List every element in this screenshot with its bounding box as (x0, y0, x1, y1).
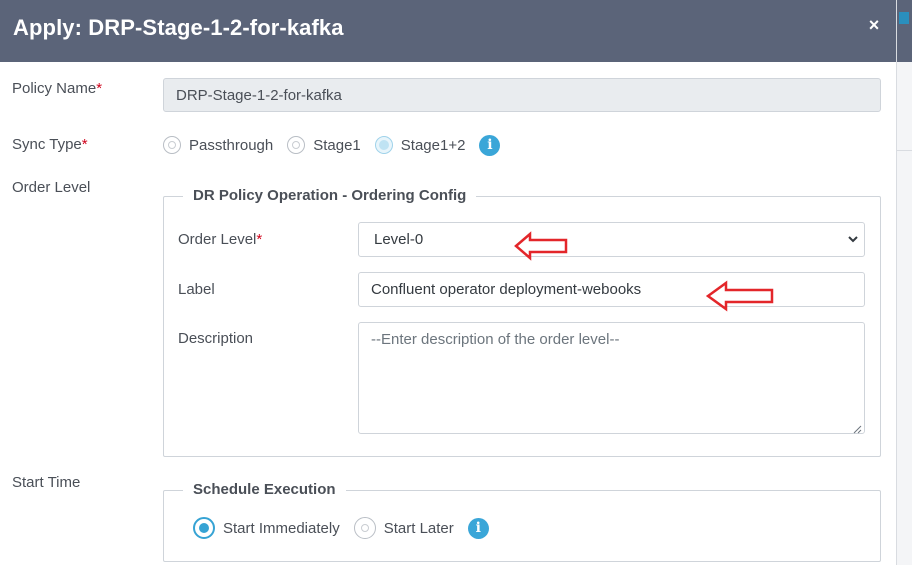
radio-passthrough-label[interactable]: Passthrough (189, 137, 273, 154)
radio-stage1-2[interactable] (374, 136, 393, 154)
label-field-label: Label (178, 281, 215, 298)
background-page-strip (896, 0, 912, 565)
start-time-radio-group: Start Immediately Start Later i (193, 516, 489, 540)
background-badge-icon (899, 12, 909, 24)
modal-header: Apply: DRP-Stage-1-2-for-kafka × (0, 0, 896, 62)
radio-stage1-label[interactable]: Stage1 (313, 137, 361, 154)
sync-type-label: Sync Type* (12, 136, 88, 153)
description-label: Description (178, 330, 254, 347)
order-level-select[interactable]: Level-0 (358, 222, 865, 257)
info-icon[interactable]: i (479, 134, 501, 156)
radio-start-immediately[interactable] (193, 517, 215, 539)
description-textarea[interactable] (358, 322, 865, 434)
annotation-arrow-icon (706, 280, 774, 312)
ordering-config-legend: DR Policy Operation - Ordering Config (183, 187, 477, 204)
radio-stage1[interactable] (287, 136, 306, 154)
label-input[interactable] (358, 272, 865, 307)
required-mark: * (96, 80, 103, 97)
background-divider (897, 150, 912, 151)
annotation-arrow-icon (514, 231, 568, 261)
required-mark: * (256, 231, 263, 248)
radio-start-immediately-label[interactable]: Start Immediately (223, 520, 340, 537)
sync-type-radio-group: Passthrough Stage1 Stage1+2 i (163, 133, 501, 157)
close-icon[interactable]: × (864, 14, 884, 36)
background-header (897, 0, 912, 62)
radio-start-later-label[interactable]: Start Later (384, 520, 454, 537)
radio-passthrough[interactable] (163, 136, 181, 154)
radio-start-later[interactable] (353, 517, 376, 539)
order-level-label: Order Level* (178, 231, 263, 248)
start-time-label: Start Time (12, 474, 81, 491)
modal-title: Apply: DRP-Stage-1-2-for-kafka (13, 15, 344, 40)
policy-name-input (163, 78, 881, 112)
policy-name-label: Policy Name* (12, 80, 103, 97)
radio-stage1-2-label[interactable]: Stage1+2 (401, 137, 466, 154)
info-icon[interactable]: i (467, 517, 489, 539)
schedule-execution-legend: Schedule Execution (183, 481, 346, 498)
required-mark: * (81, 136, 88, 153)
order-level-section-label: Order Level (12, 179, 91, 196)
